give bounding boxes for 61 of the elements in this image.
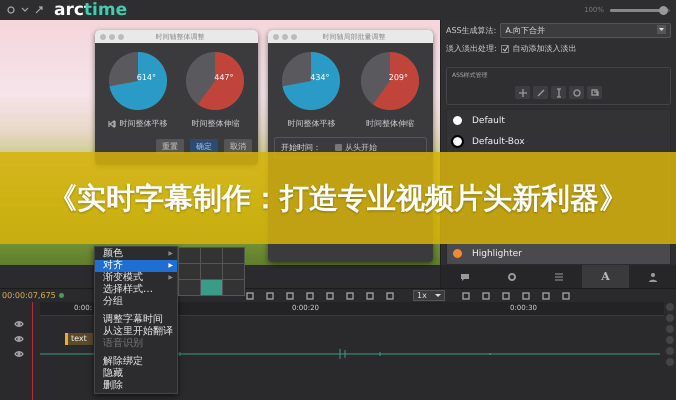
alignment-cell[interactable] — [223, 264, 244, 279]
dial-caption: 时间整体平移 — [287, 118, 336, 129]
dial-caption: 时间整体伸缩 — [366, 118, 414, 129]
status-dot-icon — [58, 293, 64, 298]
checkbox[interactable] — [500, 44, 509, 52]
subtitle-clip[interactable]: text — [65, 333, 93, 345]
menu-item[interactable]: 选择样式… — [95, 284, 177, 296]
style-item[interactable]: Default-Box — [447, 131, 670, 152]
style-name: Default-Box — [472, 136, 525, 146]
alignment-cell[interactable] — [179, 280, 200, 295]
pie-dial[interactable] — [184, 50, 246, 112]
fade-option: 自动添加淡入淡出 — [512, 43, 577, 54]
alignment-cell[interactable] — [201, 280, 222, 295]
caret-icon — [657, 25, 666, 34]
checkbox[interactable] — [335, 144, 342, 151]
algorithm-label: ASS生成算法: — [446, 25, 496, 36]
pie-dial[interactable] — [358, 50, 421, 112]
caret-icon — [435, 291, 441, 299]
menu-item[interactable]: 删除 — [95, 380, 177, 392]
menu-item[interactable]: 调整字幕时间 — [95, 314, 177, 326]
eye-icon[interactable] — [14, 320, 24, 328]
text-cursor-icon[interactable] — [551, 86, 566, 99]
style-name: Highlighter — [472, 248, 522, 258]
speed-dropdown[interactable]: 1x — [413, 290, 445, 301]
expand-icon[interactable] — [34, 5, 44, 15]
add-icon[interactable] — [515, 86, 530, 99]
alignment-cell[interactable] — [223, 280, 244, 295]
alignment-cell[interactable] — [201, 248, 222, 263]
timecode: 00:00:07,675 — [2, 291, 56, 300]
eye-icon[interactable] — [14, 334, 24, 342]
copy-icon[interactable] — [587, 86, 602, 99]
banner-title: 《实时字幕制作：打造专业视频片头新利器》 — [48, 180, 628, 217]
alignment-cell[interactable] — [179, 248, 200, 263]
style-item[interactable]: Highlighter — [447, 243, 670, 264]
dial-reading: 614° — [136, 73, 156, 82]
menu-item[interactable]: 从这里开始翻译 — [95, 326, 177, 338]
dial-caption: 时间整体伸缩 — [191, 118, 240, 129]
fade-label: 淡入淡出处理: — [446, 43, 497, 54]
alignment-cell[interactable] — [179, 264, 200, 279]
dial-reading: 434° — [310, 73, 330, 82]
skip-icon[interactable] — [108, 120, 116, 128]
dial-caption: 时间整体平移 — [119, 118, 168, 129]
slider-thumb[interactable] — [658, 6, 668, 14]
person-icon[interactable] — [646, 270, 658, 282]
dial-reading: 209° — [388, 73, 408, 82]
start-time-label: 开始时间： — [281, 142, 321, 153]
list-icon[interactable] — [552, 270, 564, 282]
menu-item[interactable]: 隐藏 — [95, 368, 177, 380]
menu-item[interactable]: 解除绑定 — [95, 356, 177, 368]
text-tab[interactable]: A — [582, 265, 629, 288]
eye-icon[interactable] — [14, 350, 24, 358]
alignment-cell[interactable] — [201, 264, 222, 279]
style-item[interactable]: Default — [447, 110, 670, 131]
dial-reading: 447° — [214, 73, 234, 82]
alignment-cell[interactable] — [223, 248, 244, 263]
algorithm-dropdown[interactable]: A.向下合并 — [500, 23, 671, 38]
checkbox-label: 从头开始 — [345, 142, 377, 153]
pie-dial[interactable] — [280, 50, 342, 112]
menu-item[interactable]: 分组 — [95, 296, 177, 308]
style-name: Default — [472, 116, 505, 126]
pie-dial[interactable] — [106, 50, 169, 112]
